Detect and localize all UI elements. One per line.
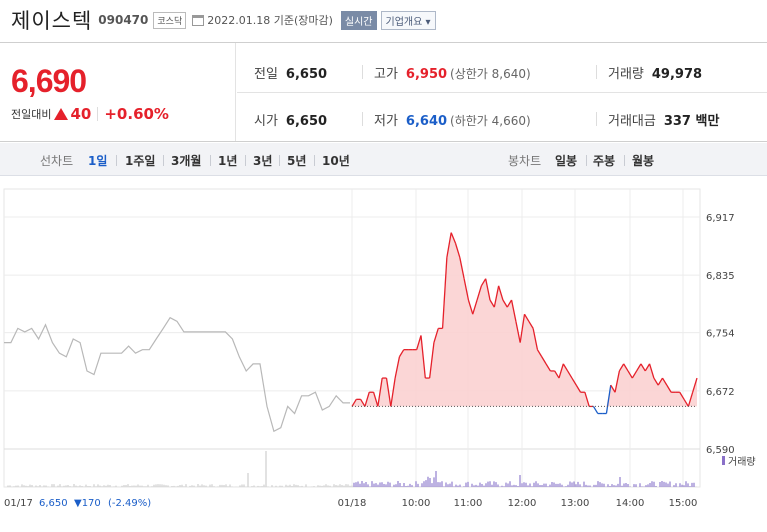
lower-limit: (하한가 4,660) xyxy=(450,114,531,128)
open-label: 시가 xyxy=(254,114,278,129)
chart-tabs: 선차트 1일 1주일 3개월 1년 3년 5년 10년 봉차트 일봉 주봉 월봉 xyxy=(0,143,767,176)
divider xyxy=(245,155,246,166)
divider xyxy=(279,155,280,166)
up-triangle-icon xyxy=(54,108,69,120)
volume-legend-marker xyxy=(722,456,725,465)
current-price: 6,690 xyxy=(11,63,87,99)
y-tick-label: 6,754 xyxy=(706,329,735,340)
divider xyxy=(210,155,211,166)
y-tick-label: 6,672 xyxy=(706,387,735,398)
price-summary: 6,690 전일대비 40 +0.60% 전일 6,650 고가 6,950 (… xyxy=(0,42,767,142)
current-price-panel: 6,690 전일대비 40 +0.60% xyxy=(0,43,236,141)
volume-legend-label: 거래량 xyxy=(728,456,756,468)
x-tick-label: 12:00 xyxy=(508,498,537,509)
divider xyxy=(624,155,625,166)
y-tick-label: 6,917 xyxy=(706,213,735,224)
tab-5y[interactable]: 5년 xyxy=(287,152,306,169)
high-price: 고가 6,950 (상한가 8,640) xyxy=(374,63,531,82)
amount-label: 거래대금 xyxy=(608,114,656,129)
x-tick-label: 14:00 xyxy=(616,498,645,509)
divider xyxy=(362,65,363,79)
tab-1y[interactable]: 1년 xyxy=(218,152,237,169)
prev-close-value: 6,650 xyxy=(285,67,328,82)
price-chart: 6,917 6,835 6,754 6,672 6,590 01/18 10:00 11:00… xyxy=(0,177,767,532)
x-tick-label: 11:00 xyxy=(454,498,483,509)
volume-value: 49,978 xyxy=(651,67,703,82)
realtime-button[interactable]: 실시간 xyxy=(340,10,377,30)
divider xyxy=(596,112,597,126)
date-text: 2022.01.18 기준(장마감) xyxy=(207,14,333,27)
company-info-button[interactable]: 기업개요 ▾ xyxy=(380,10,436,30)
divider xyxy=(116,155,117,166)
stock-code: 090470 xyxy=(98,13,149,27)
divider xyxy=(362,112,363,126)
y-tick-label: 6,590 xyxy=(706,445,735,456)
change-amount: 40 xyxy=(70,105,92,123)
line-chart-label: 선차트 xyxy=(40,154,74,168)
divider xyxy=(237,92,767,93)
y-tick-label: 6,835 xyxy=(706,271,735,282)
quote-grid: 전일 6,650 고가 6,950 (상한가 8,640) 거래량 49,978… xyxy=(237,43,767,141)
prev-day-price: 6,650 xyxy=(39,498,68,509)
high-value: 6,950 xyxy=(405,67,448,82)
change-percent: +0.60% xyxy=(104,105,169,123)
prev-day-percent: (-2.49%) xyxy=(108,498,151,509)
tab-3y[interactable]: 3년 xyxy=(253,152,272,169)
x-tick-label: 13:00 xyxy=(561,498,590,509)
volume-label: 거래량 xyxy=(608,67,644,82)
change-row: 전일대비 40 +0.60% xyxy=(11,105,169,123)
trade-amount: 거래대금 337 백만 xyxy=(608,110,719,129)
low-value: 6,640 xyxy=(405,114,448,129)
calendar-icon xyxy=(192,14,205,26)
prev-day-change: ▼170 xyxy=(74,498,101,509)
tab-3m[interactable]: 3개월 xyxy=(171,152,201,169)
tab-weekly[interactable]: 주봉 xyxy=(593,152,615,169)
divider xyxy=(586,155,587,166)
stock-header: 제이스텍 090470 코스닥 2022.01.18 기준(장마감) 실시간 기… xyxy=(0,0,767,40)
chart-canvas: 6,917 6,835 6,754 6,672 6,590 01/18 10:00 11:00… xyxy=(3,188,756,509)
x-tick-label: 15:00 xyxy=(669,498,698,509)
low-label: 저가 xyxy=(374,114,398,129)
high-label: 고가 xyxy=(374,67,398,82)
low-price: 저가 6,640 (하한가 4,660) xyxy=(374,110,531,129)
market-badge: 코스닥 xyxy=(153,11,187,29)
prev-close: 전일 6,650 xyxy=(254,63,327,82)
divider xyxy=(314,155,315,166)
open-price: 시가 6,650 xyxy=(254,110,327,129)
divider xyxy=(596,65,597,79)
prev-day-line xyxy=(4,316,350,433)
x-tick-label: 01/18 xyxy=(338,498,367,509)
upper-limit: (상한가 8,640) xyxy=(450,67,531,81)
x-tick-label: 10:00 xyxy=(402,498,431,509)
volume: 거래량 49,978 xyxy=(608,63,702,82)
prev-close-label: 전일 xyxy=(254,67,278,82)
tab-monthly[interactable]: 월봉 xyxy=(632,152,654,169)
divider xyxy=(163,155,164,166)
tab-1w[interactable]: 1주일 xyxy=(125,152,155,169)
stock-name: 제이스텍 xyxy=(11,9,93,33)
change-label: 전일대비 xyxy=(11,108,52,121)
tab-daily[interactable]: 일봉 xyxy=(555,152,577,169)
today-line-segment xyxy=(592,406,599,414)
candle-chart-label: 봉차트 xyxy=(508,154,542,168)
up-area-fill xyxy=(352,232,697,407)
prev-day-date: 01/17 xyxy=(4,498,33,509)
tab-10y[interactable]: 10년 xyxy=(322,152,350,169)
open-value: 6,650 xyxy=(285,114,328,129)
divider xyxy=(97,107,99,121)
amount-value: 337 백만 xyxy=(663,114,720,129)
tab-1d[interactable]: 1일 xyxy=(88,152,107,169)
